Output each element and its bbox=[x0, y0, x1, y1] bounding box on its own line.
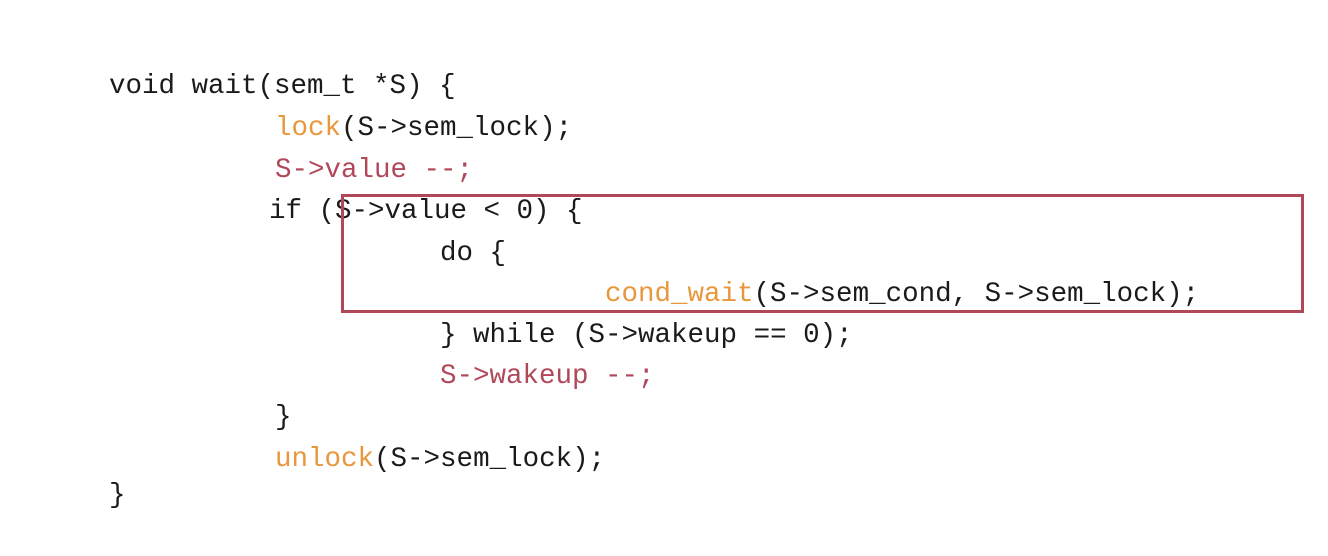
code-line-cond-wait: cond_wait(S->sem_cond, S->sem_lock); bbox=[539, 235, 1199, 310]
code-text: (S->sem_lock); bbox=[374, 444, 606, 475]
code-text: } bbox=[109, 480, 126, 511]
code-line-value-decrement: S->value --; bbox=[209, 111, 473, 186]
code-listing: void wait(sem_t *S) { lock(S->sem_lock);… bbox=[0, 0, 1328, 511]
code-line-lock: lock(S->sem_lock); bbox=[209, 69, 572, 144]
code-line-wakeup-decrement: S->wakeup --; bbox=[374, 317, 655, 392]
code-line-unlock: unlock(S->sem_lock); bbox=[209, 400, 605, 475]
code-text: do { bbox=[440, 238, 507, 269]
code-line-if: if (S->value < 0) { bbox=[203, 152, 583, 227]
code-text: S->wakeup --; bbox=[440, 361, 655, 392]
code-line-while: } while (S->wakeup == 0); bbox=[374, 276, 853, 351]
code-line-function-signature: void wait(sem_t *S) { bbox=[43, 27, 456, 102]
code-line-do: do { bbox=[374, 194, 506, 269]
function-call-unlock: unlock bbox=[275, 444, 375, 475]
code-line-close-function: } bbox=[43, 436, 126, 511]
code-line-close-if: } bbox=[209, 358, 292, 433]
